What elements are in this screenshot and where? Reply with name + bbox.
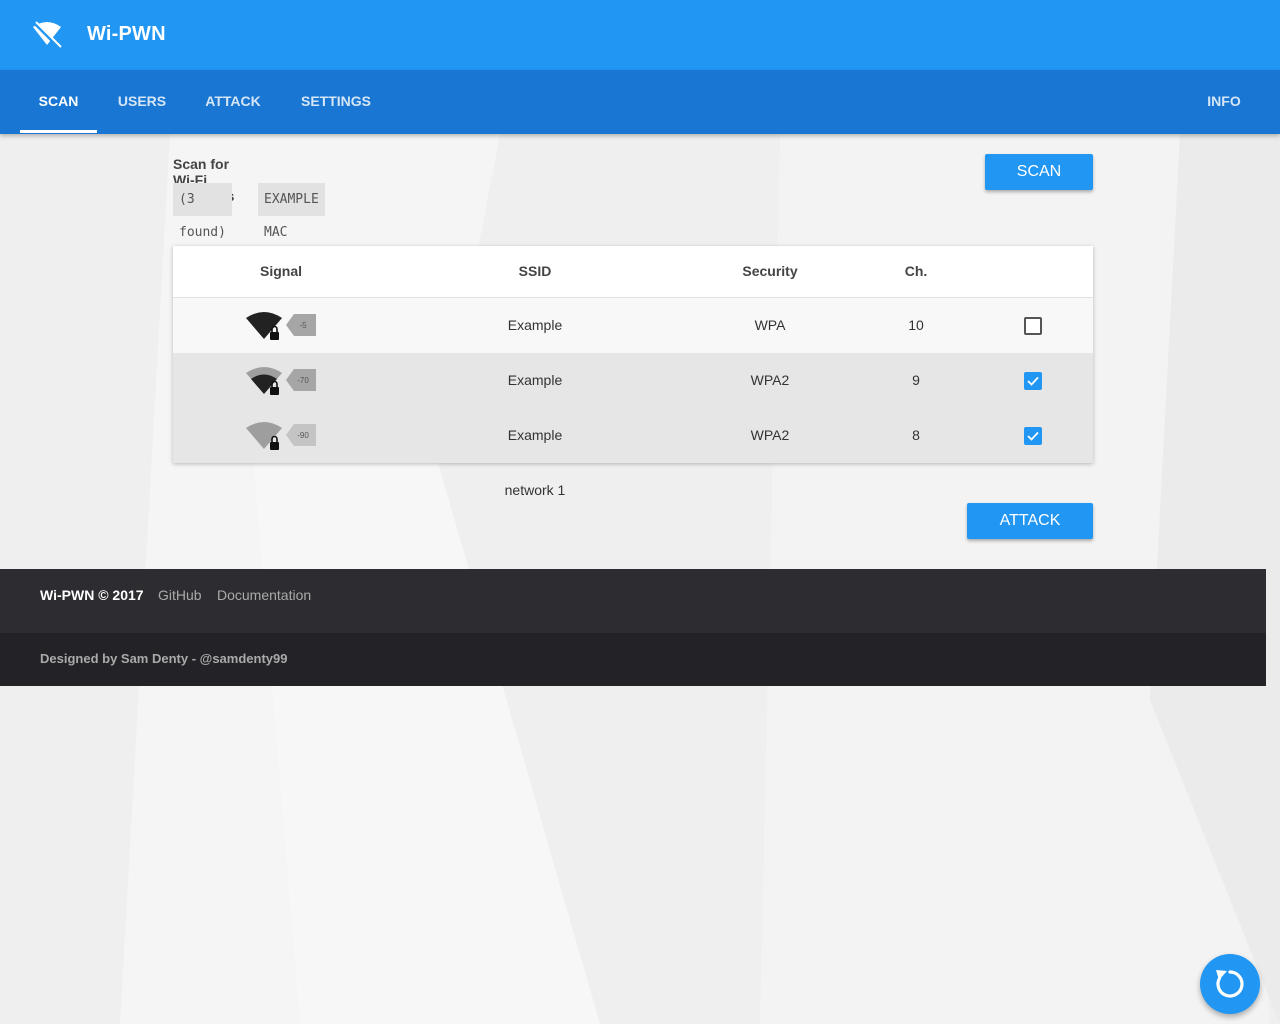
- tab-bar: SCAN USERS ATTACK SETTINGS INFO: [0, 70, 1280, 134]
- documentation-link[interactable]: Documentation: [217, 587, 311, 603]
- header-channel: Ch.: [904, 263, 928, 279]
- tab-users[interactable]: USERS: [108, 70, 176, 134]
- check-icon: [1027, 431, 1039, 441]
- channel-cell: 9: [912, 372, 920, 388]
- tab-info[interactable]: INFO: [1196, 70, 1252, 134]
- refresh-fab-button[interactable]: [1200, 954, 1260, 1014]
- tab-attack[interactable]: ATTACK: [195, 70, 271, 134]
- ssid-cell: Example network 2: [505, 372, 566, 443]
- wifi-off-icon: [32, 20, 62, 50]
- scan-button[interactable]: SCAN: [985, 154, 1093, 190]
- footer-copyright: © 2017: [98, 587, 144, 603]
- table-row[interactable]: -90 Example network 1 WPA2 8: [173, 408, 1093, 498]
- rssi-value: -70: [297, 376, 309, 385]
- select-checkbox[interactable]: [1024, 427, 1042, 445]
- active-tab-indicator: [20, 130, 97, 133]
- wifi-signal-icon: -90: [246, 422, 316, 450]
- header-ssid: SSID: [518, 263, 552, 279]
- ssid-cell: Example network 3: [505, 317, 566, 388]
- security-cell: WPA2: [750, 427, 790, 443]
- footer-brand-name: Wi-PWN: [40, 587, 95, 603]
- refresh-icon: [1216, 970, 1244, 998]
- mac-chip: EXAMPLE MAC: [258, 183, 325, 240]
- select-checkbox[interactable]: [1024, 317, 1042, 335]
- tab-settings[interactable]: SETTINGS: [290, 70, 382, 134]
- security-cell: WPA: [754, 317, 786, 333]
- table-row[interactable]: -70 Example network 2 WPA2 9: [173, 353, 1093, 443]
- rssi-value: -5: [299, 321, 307, 330]
- security-cell: WPA2: [750, 372, 790, 388]
- wifi-signal-icon: -5: [246, 312, 316, 340]
- footer-brand: Wi-PWN © 2017: [40, 587, 144, 603]
- signal-indicator: -5: [243, 308, 319, 344]
- tab-scan[interactable]: SCAN: [20, 70, 97, 134]
- channel-cell: 10: [908, 317, 924, 333]
- header-signal: Signal: [259, 263, 302, 279]
- check-icon: [1027, 376, 1039, 386]
- rssi-value: -90: [297, 431, 309, 440]
- github-link[interactable]: GitHub: [158, 587, 202, 603]
- networks-table: Signal SSID Security Ch. -5 Example netw…: [173, 246, 1093, 498]
- app-header: Wi-PWN: [0, 0, 1280, 70]
- attack-button[interactable]: ATTACK: [967, 503, 1093, 539]
- channel-cell: 8: [912, 427, 920, 443]
- ssid-cell: Example network 1: [504, 427, 566, 498]
- signal-indicator: -70: [243, 363, 319, 399]
- header-security: Security: [742, 263, 798, 279]
- signal-indicator: -90: [243, 418, 319, 454]
- app-title: Wi-PWN: [87, 23, 166, 45]
- table-row[interactable]: -5 Example network 3 WPA 10: [173, 298, 1093, 388]
- wifi-signal-icon: -70: [246, 367, 316, 395]
- found-count-chip: (3 found): [173, 183, 232, 240]
- select-checkbox[interactable]: [1024, 372, 1042, 390]
- table-header: Signal SSID Security Ch.: [173, 246, 1093, 298]
- footer: Wi-PWN © 2017 GitHub Documentation: [0, 569, 1266, 633]
- footer-credits: Designed by Sam Denty - @samdenty99: [0, 633, 1266, 686]
- designer-credit: Designed by Sam Denty - @samdenty99: [40, 651, 288, 666]
